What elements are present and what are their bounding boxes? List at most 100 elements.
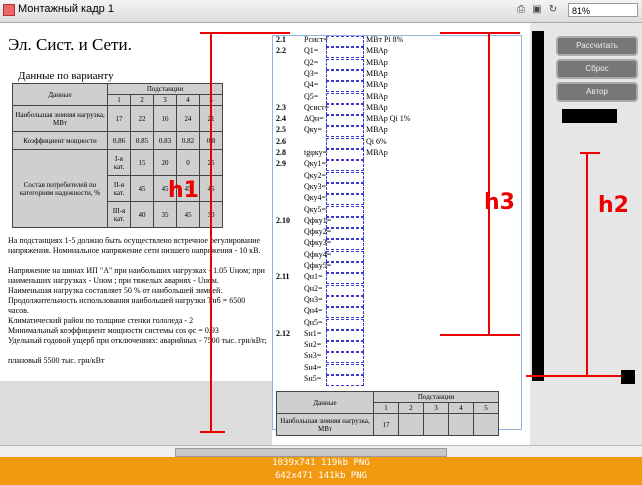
item-unit: Qi 6% xyxy=(366,136,387,146)
item-unit: МВАр xyxy=(366,91,388,101)
item-unit: МВАр xyxy=(366,46,388,56)
table-cell: 17 xyxy=(107,105,131,132)
item-label: Qку2= xyxy=(304,170,327,180)
title-bar: Монтажный кадр 1 ⎙ ▣ ↻ 81% xyxy=(0,0,642,23)
item-label: tgφку= xyxy=(304,148,328,157)
item-unit: МВАр xyxy=(366,80,388,90)
col-header: 3 xyxy=(423,402,449,414)
result-field[interactable] xyxy=(326,318,364,330)
result-field[interactable] xyxy=(326,239,364,251)
window-title: Монтажный кадр 1 xyxy=(18,3,114,15)
table-cell xyxy=(473,413,499,436)
row-label: Наибольшая зимняя нагрузка, МВт xyxy=(12,105,108,132)
print-icon[interactable]: ⎙ xyxy=(515,4,527,16)
table-cell xyxy=(448,413,474,436)
image-info-footer: 1039x741 119kb PNG 642x471 141kb PNG xyxy=(0,457,642,485)
item-label: Sн3= xyxy=(304,351,322,361)
item-number: 2.2 xyxy=(276,46,286,56)
result-field[interactable] xyxy=(326,149,364,160)
result-field[interactable] xyxy=(326,103,364,115)
col-header: 4 xyxy=(176,94,200,106)
black-square xyxy=(621,370,635,384)
item-unit: МВт Pi 8% xyxy=(366,35,404,44)
result-field[interactable] xyxy=(326,341,364,353)
item-unit: МВАр Qi 1% xyxy=(366,114,411,124)
item-number: 2.8 xyxy=(276,148,286,157)
result-field[interactable] xyxy=(326,58,364,70)
table-cell: 24 xyxy=(176,105,200,132)
result-field[interactable] xyxy=(326,352,364,364)
result-field[interactable] xyxy=(326,228,364,240)
item-label: Qку3= xyxy=(304,181,327,191)
item-label: Sн4= xyxy=(304,362,322,372)
result-field[interactable] xyxy=(326,205,364,217)
result-field[interactable] xyxy=(326,363,364,375)
result-field[interactable] xyxy=(326,69,364,81)
zoom-select[interactable]: 81% xyxy=(568,3,638,17)
result-field[interactable] xyxy=(326,262,364,273)
item-label: Pсист= xyxy=(304,35,328,44)
category-label: II-я кат. xyxy=(107,175,131,202)
app-icon xyxy=(3,4,15,16)
vertical-bar xyxy=(532,31,544,381)
result-field[interactable] xyxy=(326,182,364,194)
result-field[interactable] xyxy=(326,160,364,172)
document-canvas: Эл. Сист. и Сети. Данные по варианту Дан… xyxy=(0,23,642,445)
result-field[interactable] xyxy=(326,307,364,319)
table-cell: 22 xyxy=(130,105,154,132)
item-number: 2.4 xyxy=(276,114,286,124)
result-field[interactable] xyxy=(326,216,364,228)
item-number: 2.10 xyxy=(276,215,290,225)
paragraph: Продолжительность использования наибольш… xyxy=(8,296,246,315)
h1-top-mark xyxy=(200,32,290,34)
result-field[interactable] xyxy=(326,126,364,138)
result-field[interactable] xyxy=(326,329,364,341)
paragraph: Минимальный коэффициент мощности системы… xyxy=(8,326,219,335)
substations-header: Подстанции xyxy=(373,391,499,403)
table-cell: 15 xyxy=(130,149,154,176)
col-header: 1 xyxy=(107,94,131,106)
result-field[interactable] xyxy=(326,36,364,47)
calculate-button[interactable]: Рассчитать xyxy=(556,36,638,56)
substations-header: Подстанции xyxy=(107,83,223,95)
table-cell: 40 xyxy=(130,201,154,228)
col-header: 3 xyxy=(153,94,177,106)
category-label: III-я кат. xyxy=(107,201,131,228)
h3-bottom-mark xyxy=(440,334,520,336)
item-number: 2.1 xyxy=(276,35,286,44)
item-number: 2.11 xyxy=(276,272,290,282)
result-field[interactable] xyxy=(326,284,364,296)
item-number: 2.5 xyxy=(276,125,286,135)
item-label: Q1= xyxy=(304,46,319,56)
author-button[interactable]: Автор xyxy=(556,82,638,102)
item-unit: МВАр xyxy=(366,148,388,157)
result-field[interactable] xyxy=(326,47,364,59)
result-field[interactable] xyxy=(326,194,364,206)
reset-button[interactable]: Сброс xyxy=(556,59,638,79)
result-field[interactable] xyxy=(326,295,364,307)
table-cell: 0.82 xyxy=(176,131,200,150)
item-label: Qн4= xyxy=(304,306,323,316)
item-number: 2.6 xyxy=(276,136,286,146)
scroll-thumb[interactable] xyxy=(175,448,447,457)
result-field[interactable] xyxy=(326,92,364,104)
paragraph: Удельный годовой ущерб при отключениях: … xyxy=(8,336,267,345)
table-cell: 45 xyxy=(130,175,154,202)
paragraph: Наименьшая нагрузка составляет 50 % от н… xyxy=(8,286,223,295)
result-field[interactable] xyxy=(326,273,364,285)
h2-line xyxy=(586,153,588,375)
item-unit: МВАр xyxy=(366,102,388,112)
item-label: Sн1= xyxy=(304,328,322,338)
result-field[interactable] xyxy=(326,137,364,149)
col-header: 2 xyxy=(130,94,154,106)
result-field[interactable] xyxy=(326,81,364,93)
result-field[interactable] xyxy=(326,375,364,386)
paragraph: плановый 5500 тыс. грн/кВт xyxy=(8,356,105,365)
save-icon[interactable]: ▣ xyxy=(531,4,543,16)
refresh-icon[interactable]: ↻ xyxy=(547,4,559,16)
result-field[interactable] xyxy=(326,171,364,183)
item-number: 2.9 xyxy=(276,159,286,169)
result-field[interactable] xyxy=(326,115,364,127)
item-label: Q3= xyxy=(304,68,319,78)
result-field[interactable] xyxy=(326,250,364,262)
